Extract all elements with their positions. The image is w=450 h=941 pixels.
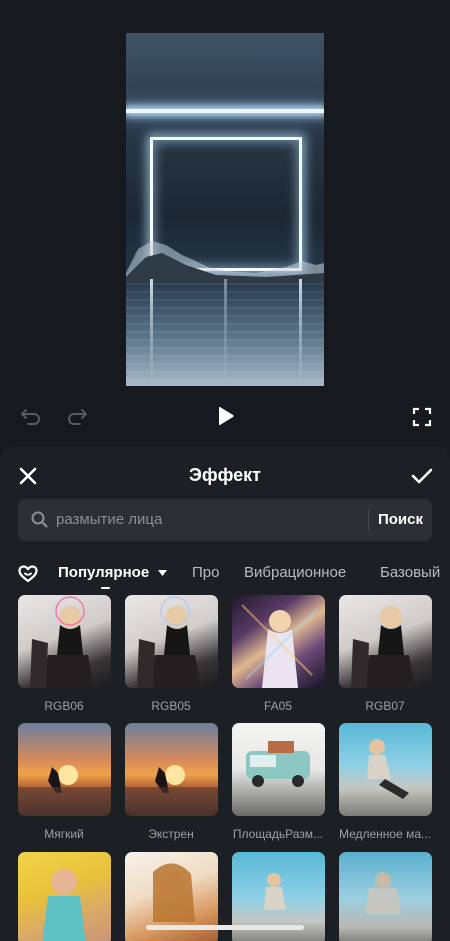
effect-thumbnail-area-blur[interactable] bbox=[232, 723, 325, 816]
video-preview-area bbox=[0, 0, 450, 446]
effect-thumbnail-soft[interactable] bbox=[18, 723, 111, 816]
effect-label: FA05 bbox=[263, 699, 293, 713]
sheet-title: Эффект bbox=[189, 465, 261, 485]
search-button[interactable]: Поиск bbox=[369, 499, 432, 541]
rock-silhouette bbox=[126, 241, 324, 283]
effect-label: RGB07 bbox=[365, 699, 405, 713]
neon-reflection bbox=[224, 279, 227, 383]
tab-pro[interactable]: Про bbox=[192, 564, 219, 581]
home-indicator bbox=[146, 925, 304, 930]
effect-thumbnail[interactable] bbox=[18, 852, 111, 941]
redo-button[interactable] bbox=[64, 404, 90, 430]
effect-preview-image bbox=[241, 604, 318, 688]
effect-thumbnail-rgb06[interactable] bbox=[18, 595, 111, 688]
effect-thumbnail-fa05[interactable] bbox=[232, 595, 325, 688]
fullscreen-button[interactable] bbox=[408, 403, 436, 431]
effect-preview-image bbox=[246, 741, 310, 787]
effect-thumbnail-slow-motion[interactable] bbox=[339, 723, 432, 816]
redo-icon bbox=[68, 409, 87, 425]
neon-reflection bbox=[150, 279, 153, 383]
effect-preview-image bbox=[42, 869, 86, 941]
tab-vibration[interactable]: Вибрационное bbox=[244, 564, 346, 581]
effect-preview-image bbox=[365, 872, 401, 914]
effect-thumbnail-rgb07[interactable] bbox=[339, 595, 432, 688]
effect-label: Мягкий bbox=[44, 827, 84, 841]
effect-preview-image bbox=[18, 765, 111, 816]
effect-preview-image bbox=[367, 739, 409, 799]
tab-basic[interactable]: Базовый bbox=[380, 564, 440, 581]
confirm-button[interactable] bbox=[408, 462, 436, 490]
favorites-tab[interactable] bbox=[16, 562, 40, 586]
active-tab-indicator bbox=[101, 587, 110, 589]
effect-label: RGB05 bbox=[151, 699, 191, 713]
effect-preview-image bbox=[351, 606, 415, 688]
effect-thumbnail-rgb05[interactable] bbox=[125, 595, 218, 688]
effect-label: Экстрен bbox=[148, 827, 194, 841]
fullscreen-icon bbox=[412, 407, 432, 427]
undo-button[interactable] bbox=[18, 404, 44, 430]
effect-preview-image bbox=[125, 765, 218, 816]
tab-popular[interactable]: Популярное bbox=[58, 564, 168, 581]
effect-preview-image bbox=[137, 596, 201, 688]
effect-label: Медленное ма... bbox=[338, 827, 432, 841]
effect-label: RGB06 bbox=[44, 699, 84, 713]
effect-label: ПлощадьРазм... bbox=[232, 827, 324, 841]
neon-reflection bbox=[299, 279, 302, 383]
play-button[interactable] bbox=[212, 402, 240, 430]
neon-line bbox=[126, 109, 324, 113]
effect-preview-image bbox=[30, 596, 94, 688]
dropdown-caret-icon bbox=[158, 570, 168, 577]
effect-thumbnail[interactable] bbox=[339, 852, 432, 941]
checkmark-icon bbox=[411, 468, 433, 484]
category-tabs: Популярное Про Вибрационное Базовый bbox=[0, 557, 450, 591]
play-icon bbox=[219, 406, 234, 426]
search-icon bbox=[31, 511, 48, 528]
tab-popular-label: Популярное bbox=[58, 564, 150, 581]
effect-thumbnail-extreme[interactable] bbox=[125, 723, 218, 816]
video-frame[interactable] bbox=[126, 33, 324, 386]
search-bar: размытие лица Поиск bbox=[18, 499, 432, 541]
heart-icon bbox=[18, 565, 38, 583]
undo-icon bbox=[21, 409, 40, 425]
search-input[interactable]: размытие лица bbox=[56, 511, 162, 528]
